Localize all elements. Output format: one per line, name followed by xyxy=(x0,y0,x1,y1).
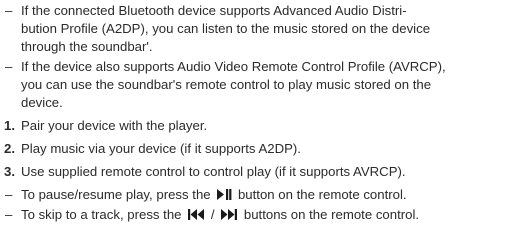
note-pause-resume: – To pause/resume play, press the button… xyxy=(0,186,505,204)
step-number: 3. xyxy=(4,164,15,179)
instructions-text: – If the connected Bluetooth device supp… xyxy=(0,2,505,224)
note-text-after: button on the remote control. xyxy=(237,187,407,202)
note-text-before: To skip to a track, press the xyxy=(21,207,182,222)
bullet-a2dp: – If the connected Bluetooth device supp… xyxy=(0,2,505,56)
icon-separator: / xyxy=(210,207,215,222)
play-pause-icon xyxy=(216,188,232,201)
dash-marker: – xyxy=(5,187,13,202)
skip-previous-icon xyxy=(187,208,205,221)
bullet-line: If the connected Bluetooth device suppor… xyxy=(21,3,407,18)
skip-next-icon xyxy=(220,208,238,221)
step-text: Play music via your device (if it suppor… xyxy=(21,141,301,156)
note-skip-track: – To skip to a track, press the / button… xyxy=(0,206,505,224)
note-text-after: buttons on the remote control. xyxy=(243,207,420,222)
step-3: 3. Use supplied remote control to contro… xyxy=(0,163,505,181)
note-text-before: To pause/resume play, press the xyxy=(21,187,211,202)
step-2: 2. Play music via your device (if it sup… xyxy=(0,140,505,158)
bullet-line: device. xyxy=(21,95,63,110)
dash-marker: – xyxy=(5,207,13,222)
bullet-line: you can use the soundbar's remote contro… xyxy=(21,77,432,92)
dash-marker: – xyxy=(5,3,13,18)
step-1: 1. Pair your device with the player. xyxy=(0,117,505,135)
step-text: Use supplied remote control to control p… xyxy=(21,164,406,179)
step-text: Pair your device with the player. xyxy=(21,118,208,133)
step-number: 1. xyxy=(4,118,15,133)
bullet-line: bution Profile (A2DP), you can listen to… xyxy=(21,21,431,36)
dash-marker: – xyxy=(5,59,13,74)
bullet-line: If the device also supports Audio Video … xyxy=(21,59,446,74)
bullet-line: through the soundbar'. xyxy=(21,39,153,54)
bullet-avrcp: – If the device also supports Audio Vide… xyxy=(0,58,505,112)
step-number: 2. xyxy=(4,141,15,156)
